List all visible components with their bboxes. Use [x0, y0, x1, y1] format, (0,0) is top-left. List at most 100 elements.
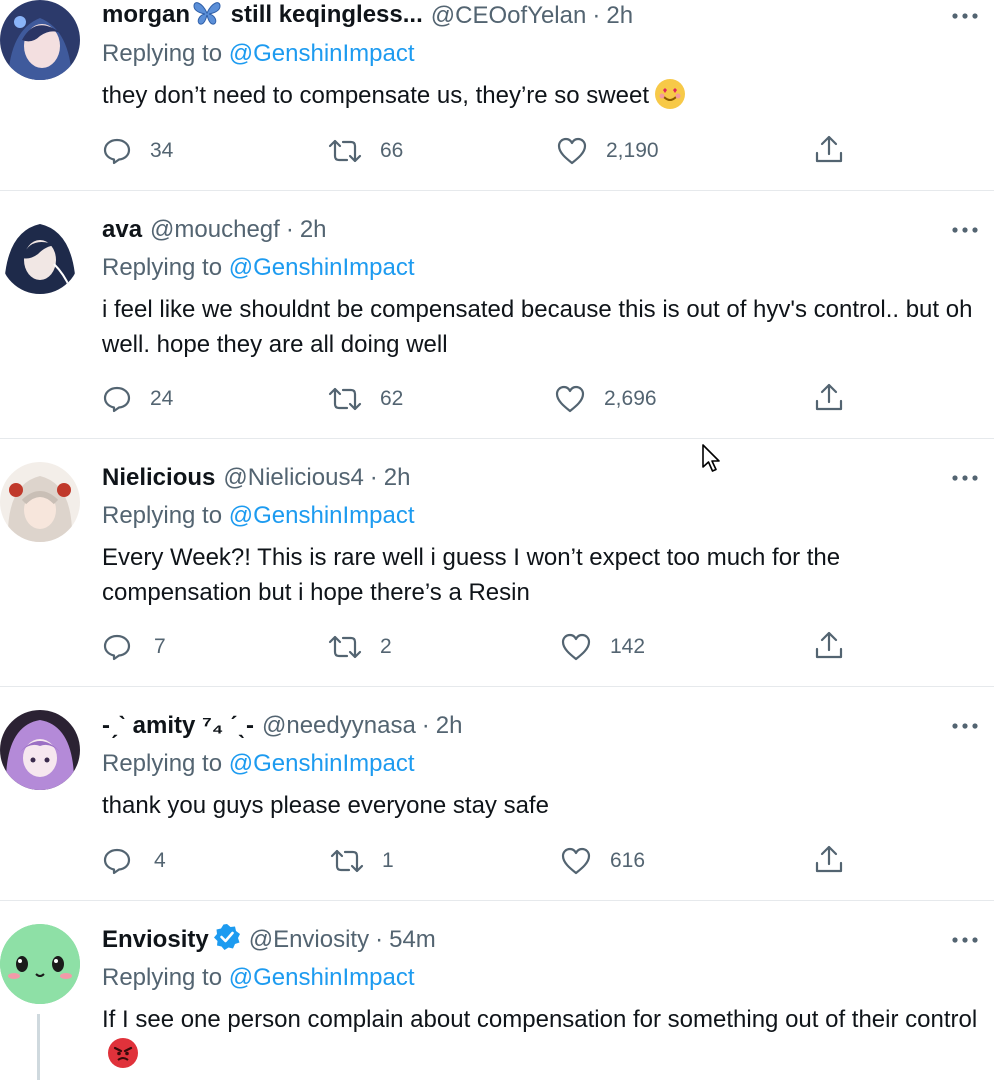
- user-handle[interactable]: @mouchegf: [150, 216, 280, 244]
- timestamp[interactable]: 2h: [300, 216, 327, 244]
- retweet-button[interactable]: 62: [328, 382, 403, 416]
- user-handle[interactable]: @Enviosity: [249, 926, 369, 954]
- like-button[interactable]: 2,696: [554, 382, 657, 416]
- heart-icon: [561, 847, 591, 875]
- replying-to: Replying to @GenshinImpact: [102, 750, 415, 777]
- retweet-icon: [330, 849, 364, 873]
- tweet-text: Every Week?! This is rare well i guess I…: [102, 544, 841, 606]
- share-button[interactable]: [814, 382, 844, 419]
- reply-button[interactable]: 4: [102, 844, 166, 878]
- retweet-button[interactable]: 66: [328, 134, 403, 168]
- reply-to-link[interactable]: @GenshinImpact: [229, 750, 415, 777]
- retweet-count: 2: [380, 635, 392, 658]
- share-button[interactable]: [814, 134, 844, 171]
- tweet-enviosity[interactable]: Enviosity @Enviosity · 54m Replying to @…: [0, 923, 994, 1080]
- divider: [0, 900, 994, 901]
- tweet-nielicious[interactable]: Nielicious @Nielicious4 · 2h Replying to…: [0, 462, 994, 686]
- avatar[interactable]: [0, 710, 80, 790]
- reply-button[interactable]: 7: [102, 630, 166, 664]
- retweet-count: 66: [380, 139, 404, 162]
- reply-icon: [103, 138, 131, 165]
- display-name[interactable]: Enviosity: [102, 926, 209, 954]
- separator-dot: ·: [421, 712, 430, 739]
- reply-icon: [103, 848, 131, 875]
- like-button[interactable]: 616: [560, 844, 645, 878]
- like-button[interactable]: 2,190: [556, 134, 659, 168]
- tweet-header: -ˏˋ amity ⁷₄ ˊˎ- @needyynasa · 2h: [102, 710, 954, 742]
- reply-count: 4: [154, 849, 166, 872]
- timestamp[interactable]: 2h: [384, 464, 411, 492]
- tweet-actions: 4 1 616: [102, 844, 852, 878]
- share-button[interactable]: [814, 844, 844, 881]
- angry-face-icon: [108, 1038, 138, 1068]
- reply-count: 7: [154, 635, 166, 658]
- like-count: 142: [610, 635, 646, 658]
- like-count: 2,190: [606, 139, 659, 162]
- avatar[interactable]: [0, 214, 80, 294]
- reply-count: 34: [150, 139, 174, 162]
- timestamp[interactable]: 2h: [436, 712, 463, 740]
- tweet-actions: 34 66 2,190: [102, 134, 852, 168]
- separator-dot: ·: [285, 216, 294, 243]
- reply-to-link[interactable]: @GenshinImpact: [229, 502, 415, 529]
- reply-to-link[interactable]: @GenshinImpact: [229, 40, 415, 67]
- separator-dot: ·: [592, 2, 601, 29]
- heart-icon: [555, 385, 585, 413]
- tweet-actions: 24 62 2,696: [102, 382, 852, 416]
- tweet-actions: 7 2 142: [102, 630, 852, 664]
- divider: [0, 686, 994, 687]
- user-handle[interactable]: @CEOofYelan: [431, 2, 587, 30]
- heart-icon: [557, 137, 587, 165]
- avatar[interactable]: [0, 0, 80, 80]
- reply-button[interactable]: 34: [102, 134, 173, 168]
- share-icon: [815, 631, 843, 659]
- display-name[interactable]: -ˏˋ amity ⁷₄ ˊˎ-: [102, 712, 254, 740]
- thread-line: [37, 1014, 40, 1080]
- separator-dot: ·: [369, 464, 378, 491]
- more-options-icon[interactable]: [950, 924, 980, 956]
- verified-badge-icon: [213, 923, 241, 958]
- more-options-icon[interactable]: [950, 462, 980, 494]
- tweet-text: they don’t need to compensate us, they’r…: [102, 78, 987, 113]
- display-name[interactable]: morgan still keqingless...: [102, 0, 423, 33]
- tweet-amity[interactable]: -ˏˋ amity ⁷₄ ˊˎ- @needyynasa · 2h Replyi…: [0, 710, 994, 900]
- reply-count: 24: [150, 387, 174, 410]
- tweet-text: i feel like we shouldnt be compensated b…: [102, 296, 973, 358]
- tweet-ava[interactable]: ava @mouchegf · 2h Replying to @GenshinI…: [0, 214, 994, 438]
- reply-button[interactable]: 24: [102, 382, 173, 416]
- avatar[interactable]: [0, 924, 80, 1004]
- retweet-button[interactable]: 2: [328, 630, 392, 664]
- reply-icon: [103, 386, 131, 413]
- timestamp[interactable]: 54m: [389, 926, 436, 954]
- user-handle[interactable]: @Nielicious4: [223, 464, 363, 492]
- more-options-icon[interactable]: [950, 214, 980, 246]
- avatar[interactable]: [0, 462, 80, 542]
- timestamp[interactable]: 2h: [606, 2, 633, 30]
- more-options-icon[interactable]: [950, 710, 980, 742]
- retweet-button[interactable]: 1: [330, 844, 394, 878]
- divider: [0, 190, 994, 191]
- divider: [0, 438, 994, 439]
- tweet-header: morgan still keqingless... @CEOofYelan ·…: [102, 0, 954, 32]
- tweet-morgan[interactable]: morgan still keqingless... @CEOofYelan ·…: [0, 0, 994, 190]
- like-count: 2,696: [604, 387, 657, 410]
- mouse-cursor-icon: [701, 443, 723, 480]
- user-handle[interactable]: @needyynasa: [262, 712, 416, 740]
- reply-to-link[interactable]: @GenshinImpact: [229, 964, 415, 991]
- replying-to: Replying to @GenshinImpact: [102, 964, 415, 991]
- replying-to: Replying to @GenshinImpact: [102, 40, 415, 67]
- more-options-icon[interactable]: [950, 0, 980, 32]
- share-icon: [815, 383, 843, 411]
- retweet-count: 1: [382, 849, 394, 872]
- like-button[interactable]: 142: [560, 630, 645, 664]
- heart-icon: [561, 633, 591, 661]
- butterfly-icon: [192, 0, 222, 33]
- reply-to-link[interactable]: @GenshinImpact: [229, 254, 415, 281]
- share-button[interactable]: [814, 630, 844, 667]
- reply-feed: morgan still keqingless... @CEOofYelan ·…: [0, 0, 994, 1080]
- tweet-text: If I see one person complain about compe…: [102, 1002, 987, 1072]
- retweet-icon: [328, 635, 362, 659]
- display-name[interactable]: ava: [102, 216, 142, 244]
- display-name[interactable]: Nielicious: [102, 464, 215, 492]
- share-icon: [815, 845, 843, 873]
